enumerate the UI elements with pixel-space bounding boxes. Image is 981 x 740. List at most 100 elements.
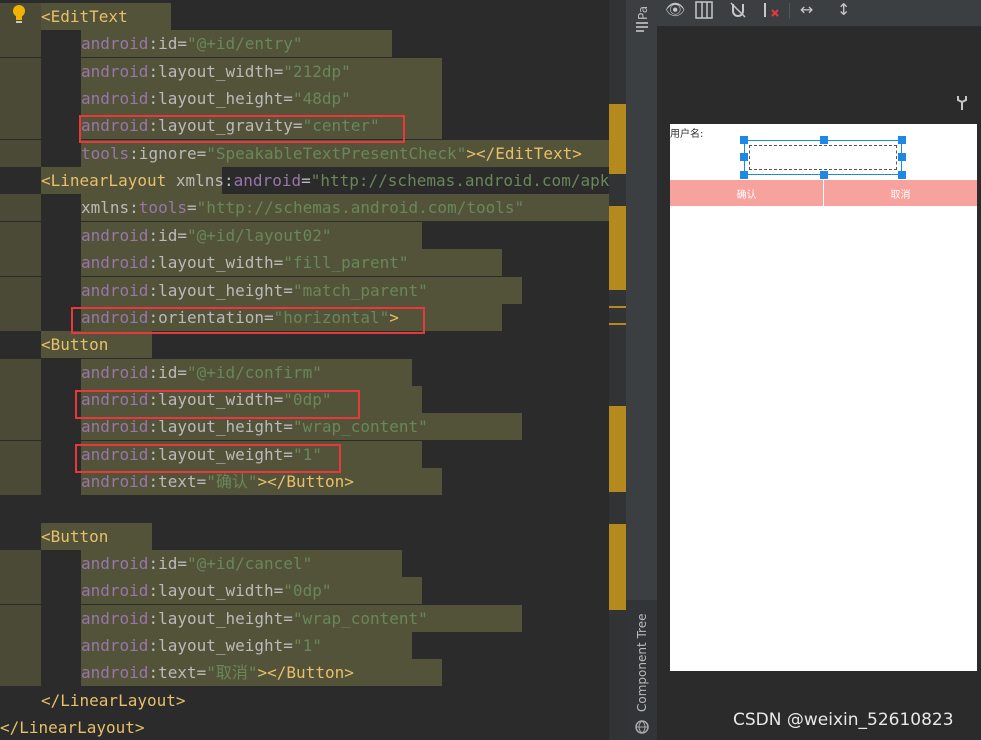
code-token: android	[81, 663, 149, 683]
resize-handle[interactable]	[898, 153, 906, 161]
code-token: </LinearLayout>	[41, 690, 186, 710]
code-line-text: android:id="@+id/layout02"	[81, 222, 331, 249]
code-token: =	[301, 171, 311, 191]
code-line[interactable]: android:text="取消"></Button>	[0, 659, 609, 687]
code-token: android	[81, 34, 149, 54]
code-line-text: android:layout_height="match_parent"	[81, 277, 428, 304]
component-tree-tab[interactable]: Component Tree	[635, 614, 649, 712]
indent-highlight	[0, 577, 41, 605]
indent-highlight	[0, 112, 41, 140]
code-line-text: android:id="@+id/confirm"	[81, 359, 322, 386]
code-line-text: <EditText	[41, 3, 128, 30]
palette-tab[interactable]: Pa	[636, 6, 650, 20]
indent-highlight	[0, 604, 41, 632]
code-line-text: android:layout_width="0dp"	[81, 577, 331, 604]
scroll-marker	[609, 206, 626, 290]
resize-handle[interactable]	[820, 171, 828, 179]
code-line[interactable]: android:layout_height="match_parent"	[0, 276, 609, 304]
code-line[interactable]: xmlns:tools="http://schemas.android.com/…	[0, 194, 622, 222]
code-token: <Button	[41, 335, 109, 355]
code-line[interactable]: android:id="@+id/cancel"	[0, 550, 609, 577]
highlight-layout-gravity	[79, 115, 405, 143]
code-token: "0dp"	[283, 581, 332, 601]
code-line[interactable]: android:id="@+id/confirm"	[0, 358, 609, 386]
code-token: ></Button>	[257, 471, 354, 491]
indent-highlight	[0, 413, 41, 441]
code-token: "212dp"	[283, 61, 351, 81]
highlight-layout-weight	[75, 444, 341, 473]
watermark: CSDN @weixin_52610823	[733, 710, 954, 730]
code-line[interactable]: </LinearLayout>	[0, 714, 609, 740]
code-line-text: android:id="@+id/cancel"	[81, 550, 312, 577]
code-line-text: tools:ignore="SpeakableTextPresentCheck"…	[81, 140, 582, 167]
highlight-layout-width	[75, 390, 360, 419]
code-line-text: android:layout_width="fill_parent"	[81, 249, 409, 276]
code-line[interactable]: android:layout_width="212dp"	[0, 57, 609, 85]
code-line[interactable]: <LinearLayout xmlns:android="http://sche…	[0, 167, 609, 195]
clear-constraints-icon[interactable]	[761, 1, 781, 19]
indent-highlight	[0, 303, 41, 331]
code-line[interactable]: tools:ignore="SpeakableTextPresentCheck"…	[0, 139, 626, 167]
indent-highlight	[0, 30, 41, 58]
code-line[interactable]: android:layout_height="wrap_content"	[0, 604, 609, 632]
lightbulb-icon[interactable]	[11, 4, 27, 26]
resize-handle[interactable]	[740, 136, 748, 144]
code-line[interactable]: android:layout_width="fill_parent"	[0, 249, 609, 277]
code-token: "@+id/layout02"	[186, 225, 332, 245]
resize-handle[interactable]	[740, 171, 748, 179]
code-token: :layout_height=	[148, 417, 293, 437]
indent-highlight	[0, 467, 41, 495]
code-token: :layout_width=	[148, 581, 284, 601]
horizontal-arrows-icon[interactable]: ↔	[800, 0, 813, 20]
eye-icon[interactable]: 👁	[665, 0, 685, 20]
code-line[interactable]	[0, 495, 609, 522]
code-token: :id=	[148, 34, 187, 54]
code-token: android	[81, 554, 149, 573]
confirm-button[interactable]: 确认	[670, 180, 823, 206]
code-token: :layout_height=	[148, 608, 293, 628]
design-toolbar: 👁 ↔ ↕	[657, 0, 981, 26]
indent-highlight	[0, 550, 41, 577]
code-line[interactable]: <Button	[0, 522, 609, 550]
resize-handle[interactable]	[820, 136, 828, 144]
code-token: :id=	[148, 362, 187, 382]
code-line[interactable]: </LinearLayout>	[0, 687, 609, 714]
code-line-text: </LinearLayout>	[41, 687, 186, 714]
vertical-arrows-icon[interactable]: ↕	[837, 0, 850, 20]
code-line[interactable]: android:id="@+id/entry"	[0, 30, 609, 58]
resize-handle[interactable]	[740, 153, 748, 161]
attributes-icon[interactable]	[635, 20, 649, 34]
code-token: tools	[81, 143, 130, 163]
code-token: xmlns:	[175, 171, 234, 191]
cancel-button-label: 取消	[890, 189, 911, 201]
layout-columns-icon[interactable]	[695, 1, 713, 19]
code-token: android	[81, 225, 149, 245]
code-token: </LinearLayout>	[0, 718, 145, 738]
side-panel: Pa Component Tree	[626, 0, 657, 740]
code-token: ></EditText>	[466, 143, 582, 163]
code-line[interactable]: android:layout_width="0dp"	[0, 577, 609, 605]
magnet-off-icon[interactable]	[729, 1, 747, 19]
globe-icon[interactable]	[635, 720, 649, 734]
cancel-button[interactable]: 取消	[824, 180, 977, 206]
wrench-icon[interactable]	[956, 95, 968, 111]
code-token: "match_parent"	[292, 280, 428, 300]
code-token: "48dp"	[292, 89, 351, 109]
code-line[interactable]: android:layout_weight="1"	[0, 632, 609, 660]
code-token: "SpeakableTextPresentCheck"	[206, 143, 467, 163]
code-token: "wrap_content"	[292, 608, 428, 628]
indent-highlight	[0, 221, 41, 249]
resize-handle[interactable]	[898, 136, 906, 144]
resize-handle[interactable]	[898, 171, 906, 179]
code-line-text: <Button	[41, 523, 108, 550]
scroll-marker	[609, 104, 626, 174]
code-editor[interactable]: <EditText android:id="@+id/entry" android:…	[0, 0, 626, 740]
code-line[interactable]: <Button	[0, 331, 609, 359]
code-token: "@+id/confirm"	[186, 362, 322, 382]
code-line[interactable]: android:id="@+id/layout02"	[0, 221, 609, 249]
edittext-selection-box[interactable]	[744, 140, 902, 175]
code-line-text: android:layout_height="48dp"	[81, 85, 351, 112]
code-line[interactable]: android:layout_height="48dp"	[0, 85, 609, 113]
code-line[interactable]: <EditText	[0, 3, 609, 30]
indent-highlight	[0, 659, 41, 687]
